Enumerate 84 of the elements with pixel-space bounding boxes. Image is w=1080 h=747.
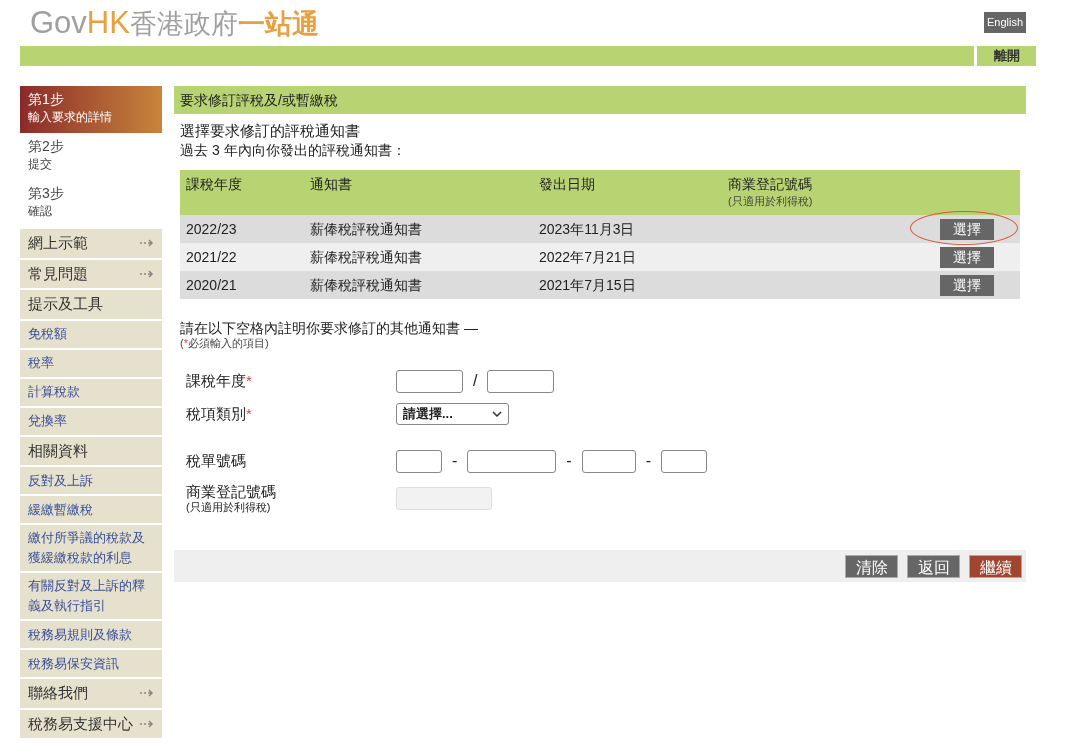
table-cell-text: 2020/21	[186, 275, 238, 295]
sidebar-link[interactable]: 稅率	[20, 349, 162, 377]
link-text: 提示及工具	[28, 294, 103, 314]
link-text: 兌換率	[28, 412, 67, 430]
logo-text: 香港政府	[129, 8, 238, 41]
field-label: 課稅年度*	[186, 372, 253, 390]
separator: -	[452, 451, 458, 471]
select-button[interactable]: 選擇	[940, 218, 994, 240]
sidebar-link[interactable]: 常見問題	[20, 259, 162, 288]
logo-text: 一站通	[237, 8, 319, 41]
link-text: 繳付所爭議的稅款及獲緩繳稅款的利息	[28, 529, 146, 567]
action-button[interactable]: 返回	[907, 554, 960, 578]
arrow-icon	[140, 269, 154, 278]
required-note: (*必須輸入的項目)	[179, 337, 270, 349]
section-title: 要求修訂評稅及/或暫繳稅	[174, 86, 1026, 114]
action-button[interactable]: 清除	[845, 554, 898, 578]
table-cell-text: 2021年7月15日	[539, 275, 637, 295]
column-header: 通知書	[310, 175, 353, 194]
arrow-icon	[140, 239, 154, 248]
separator: /	[473, 371, 478, 391]
table-cell-text: 2021/22	[186, 247, 238, 267]
link-text: 稅務易支援中心	[28, 713, 133, 734]
field-label: 稅單號碼	[186, 452, 247, 470]
table-cell-text: 薪俸稅評稅通知書	[310, 275, 423, 295]
subheading: 過去 3 年內向你發出的評稅通知書：	[179, 141, 407, 160]
link-text: 相關資料	[28, 440, 88, 461]
tax-type-dropdown[interactable]: 請選擇...	[396, 403, 509, 425]
table-cell-text: 薪俸稅評稅通知書	[310, 219, 423, 239]
separator: -	[645, 451, 651, 471]
sidebar-link[interactable]: 免稅額	[20, 320, 162, 348]
input-field[interactable]	[661, 449, 707, 473]
chevron-down-icon	[492, 411, 502, 417]
sidebar-link[interactable]: 提示及工具	[20, 290, 162, 319]
arrow-icon	[140, 719, 154, 728]
input-field[interactable]	[396, 449, 442, 473]
field-note: (只適用於利得稅)	[186, 501, 272, 514]
table-cell-text: 2022/23	[186, 219, 238, 239]
input-field[interactable]	[467, 449, 557, 473]
field-label: 商業登記號碼	[186, 483, 277, 501]
action-button[interactable]: 繼續	[969, 554, 1022, 578]
link-text: 常見問題	[28, 263, 88, 284]
logo-text: HK	[86, 4, 130, 42]
input-field[interactable]	[487, 369, 555, 393]
sidebar-link[interactable]: 計算稅款	[20, 378, 162, 406]
link-text: 計算稅款	[28, 383, 80, 401]
column-header: 商業登記號碼	[728, 175, 813, 194]
arrow-icon	[140, 689, 154, 698]
sidebar-link[interactable]: 聯絡我們	[20, 679, 162, 708]
sidebar-link[interactable]: 反對及上訴	[20, 467, 162, 494]
link-text: 聯絡我們	[28, 683, 88, 703]
link-text: 緩繳暫繳稅	[28, 500, 93, 519]
sidebar-link[interactable]: 有關反對及上訴的釋義及執行指引	[20, 573, 162, 619]
link-text: 有關反對及上訴的釋義及執行指引	[28, 577, 146, 615]
language-button[interactable]: English	[983, 12, 1026, 33]
sidebar-link[interactable]: 緩繳暫繳稅	[20, 496, 162, 523]
step-item: 第1步 輸入要求的詳情	[20, 86, 162, 133]
sidebar-link[interactable]: 兌換率	[20, 407, 162, 435]
input-field[interactable]	[396, 369, 463, 393]
input-field[interactable]	[581, 449, 636, 473]
separator: -	[566, 451, 572, 471]
sidebar-link[interactable]: 稅務易規則及條款	[20, 621, 162, 648]
select-button[interactable]: 選擇	[940, 246, 994, 268]
logo-text: Gov	[30, 4, 87, 42]
sidebar-link[interactable]: 網上示範	[20, 229, 162, 258]
select-button[interactable]: 選擇	[940, 274, 994, 296]
sidebar-link[interactable]: 相關資料	[20, 436, 162, 465]
column-header: 課稅年度	[186, 175, 243, 194]
link-text: 免稅額	[28, 325, 67, 343]
heading: 選擇要求修訂的評稅通知書	[179, 122, 361, 140]
link-text: 稅務易規則及條款	[28, 625, 132, 644]
column-header: 發出日期	[539, 175, 596, 194]
table-cell-text: 薪俸稅評稅通知書	[310, 247, 423, 267]
link-text: 反對及上訴	[28, 471, 93, 490]
link-text: 稅務易保安資訊	[28, 654, 119, 673]
column-note: (只適用於利得稅)	[728, 195, 814, 207]
sidebar-link[interactable]: 繳付所爭議的稅款及獲緩繳稅款的利息	[20, 525, 162, 571]
sidebar-link[interactable]: 稅務易保安資訊	[20, 650, 162, 677]
table-cell-text: 2022年7月21日	[539, 247, 637, 267]
link-text: 網上示範	[28, 233, 88, 253]
field-label: 稅項類別*	[186, 405, 253, 423]
sidebar-link[interactable]: 稅務易支援中心	[20, 709, 162, 738]
table-cell-text: 2023年11月3日	[539, 219, 636, 239]
link-text: 稅率	[28, 354, 54, 372]
form-intro: 請在以下空格內註明你要求修訂的其他通知書 —	[179, 319, 479, 337]
